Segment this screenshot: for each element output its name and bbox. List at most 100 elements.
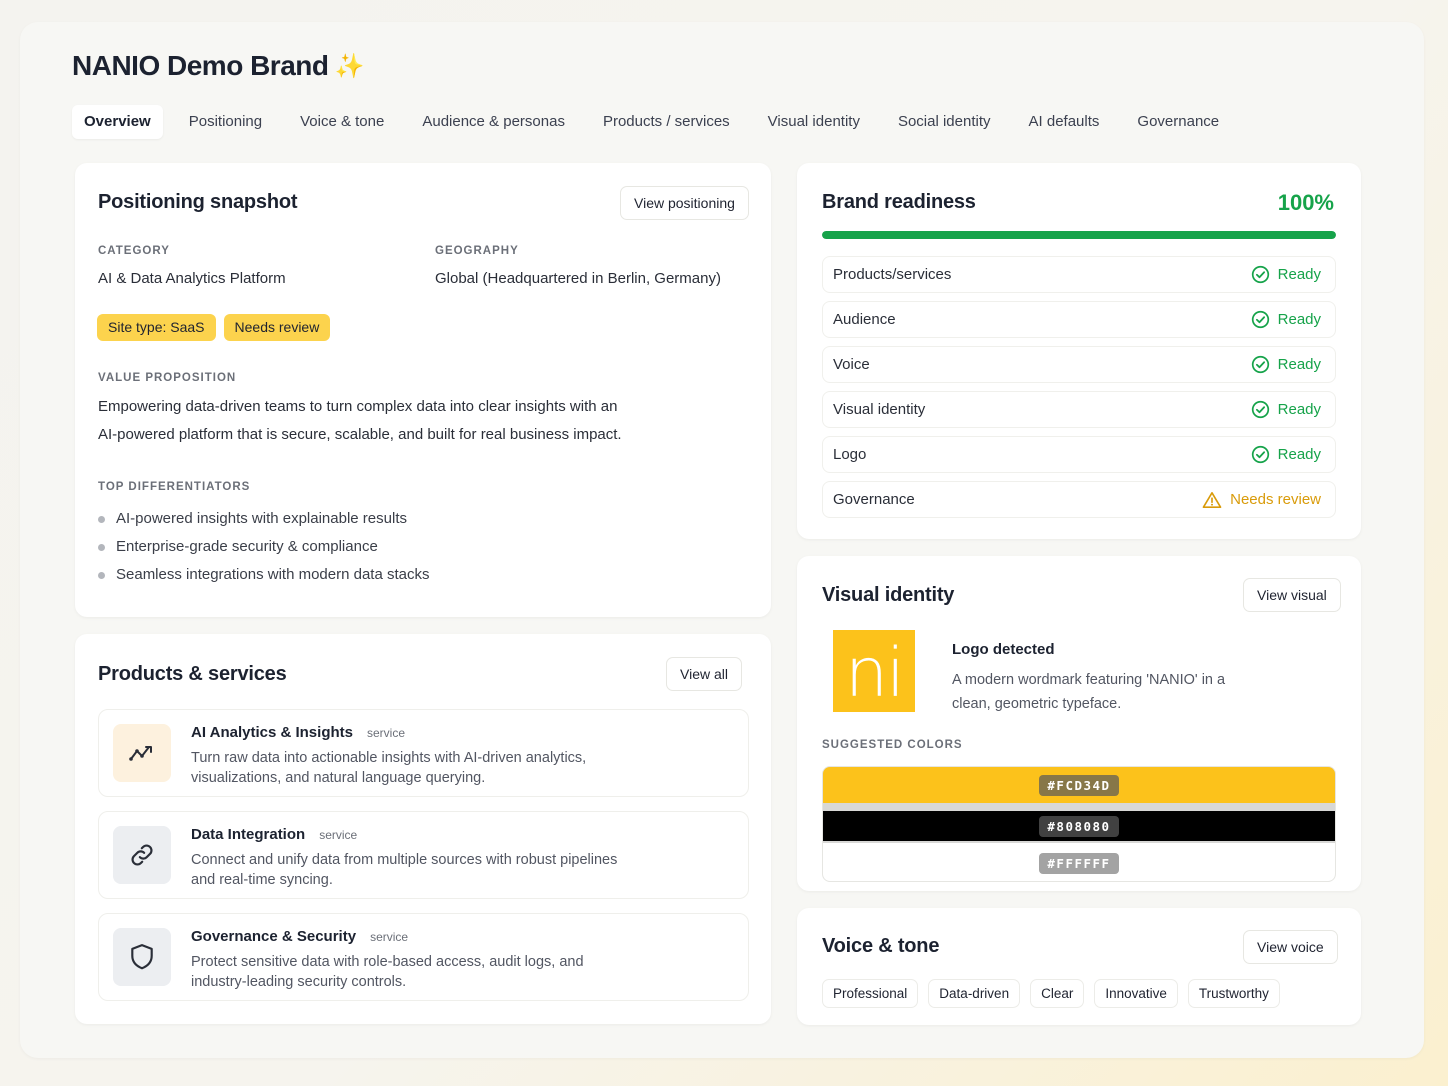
differentiators-label: TOP DIFFERENTIATORS bbox=[98, 481, 251, 493]
color-swatch-yellow[interactable]: #FCD34D bbox=[823, 767, 1335, 803]
page-title: NANIO Demo Brand ✨ bbox=[72, 50, 364, 82]
color-swatches: #FCD34D #808080 #FFFFFF bbox=[822, 766, 1336, 882]
view-visual-button[interactable]: View visual bbox=[1243, 578, 1341, 612]
readiness-progress-bar bbox=[822, 231, 1336, 239]
logo-description: A modern wordmark featuring 'NANIO' in a… bbox=[952, 672, 1226, 712]
needs-review-tag: Needs review bbox=[223, 314, 331, 341]
product-name: Governance & Security service bbox=[191, 928, 409, 945]
bullet-icon bbox=[98, 571, 105, 579]
readiness-row: Governance Needs review bbox=[822, 481, 1336, 518]
readiness-row-label: Audience bbox=[833, 311, 896, 328]
readiness-row: Audience Ready bbox=[822, 301, 1336, 338]
warning-icon bbox=[1202, 491, 1222, 509]
tab-visual-identity[interactable]: Visual identity bbox=[756, 105, 872, 139]
differentiator-text: Seamless integrations with modern data s… bbox=[116, 566, 430, 583]
readiness-percent: 100% bbox=[1277, 190, 1334, 215]
site-type-tag: Site type: SaaS bbox=[97, 314, 216, 341]
readiness-row: Visual identity Ready bbox=[822, 391, 1336, 428]
differentiator-text: AI-powered insights with explainable res… bbox=[116, 510, 407, 527]
product-item-governance-security[interactable]: Governance & Security service Protect sen… bbox=[98, 913, 749, 1001]
bullet-icon bbox=[98, 515, 105, 523]
tab-audience-personas[interactable]: Audience & personas bbox=[410, 105, 577, 139]
differentiator-text: Enterprise-grade security & compliance bbox=[116, 538, 378, 555]
check-circle-icon bbox=[1251, 355, 1270, 374]
readiness-status-text: Ready bbox=[1277, 266, 1321, 283]
readiness-row: Voice Ready bbox=[822, 346, 1336, 383]
list-item: AI-powered insights with explainable res… bbox=[98, 505, 429, 533]
readiness-status-text: Ready bbox=[1277, 311, 1321, 328]
differentiators-list: AI-powered insights with explainable res… bbox=[98, 505, 429, 589]
view-positioning-button[interactable]: View positioning bbox=[620, 186, 749, 220]
readiness-status: Ready bbox=[1251, 265, 1321, 284]
logo-detected-heading: Logo detected bbox=[952, 641, 1055, 658]
color-swatch-white[interactable]: #FFFFFF bbox=[823, 843, 1335, 881]
product-description: Turn raw data into actionable insights w… bbox=[191, 750, 587, 786]
check-circle-icon bbox=[1251, 310, 1270, 329]
readiness-progress-fill bbox=[822, 231, 1336, 239]
analytics-icon bbox=[113, 724, 171, 782]
voice-tag: Data-driven bbox=[928, 979, 1021, 1008]
readiness-row-label: Visual identity bbox=[833, 401, 926, 418]
product-item-data-integration[interactable]: Data Integration service Connect and unif… bbox=[98, 811, 749, 899]
product-description: Connect and unify data from multiple sou… bbox=[191, 852, 618, 888]
category-label: CATEGORY bbox=[98, 245, 170, 257]
readiness-row: Logo Ready bbox=[822, 436, 1336, 473]
tab-voice-tone[interactable]: Voice & tone bbox=[288, 105, 396, 139]
tab-products-services[interactable]: Products / services bbox=[591, 105, 742, 139]
color-hex-label: #FCD34D bbox=[1039, 774, 1119, 796]
view-voice-button[interactable]: View voice bbox=[1243, 930, 1338, 964]
readiness-status: Ready bbox=[1251, 355, 1321, 374]
readiness-status-text: Ready bbox=[1277, 446, 1321, 463]
voice-tag: Trustworthy bbox=[1187, 979, 1280, 1008]
category-value: AI & Data Analytics Platform bbox=[98, 270, 286, 287]
value-proposition-line-1: Empowering data-driven teams to turn com… bbox=[98, 398, 618, 415]
voice-tag: Professional bbox=[822, 979, 919, 1008]
list-item: Enterprise-grade security & compliance bbox=[98, 533, 429, 561]
readiness-status: Ready bbox=[1251, 400, 1321, 419]
product-name: Data Integration service bbox=[191, 826, 358, 843]
color-hex-label: #FFFFFF bbox=[1039, 852, 1119, 874]
voice-tone-title: Voice & tone bbox=[822, 935, 940, 957]
color-swatch-black[interactable]: #808080 bbox=[823, 811, 1335, 841]
readiness-status: Ready bbox=[1251, 310, 1321, 329]
link-icon bbox=[113, 826, 171, 884]
suggested-colors-label: SUGGESTED COLORS bbox=[822, 739, 963, 751]
product-kind: service bbox=[370, 930, 409, 944]
readiness-status-text: Needs review bbox=[1230, 491, 1321, 508]
readiness-row-label: Voice bbox=[833, 356, 870, 373]
readiness-row-label: Governance bbox=[833, 491, 915, 508]
positioning-title: Positioning snapshot bbox=[98, 191, 298, 213]
list-item: Seamless integrations with modern data s… bbox=[98, 561, 429, 589]
readiness-status-text: Ready bbox=[1277, 401, 1321, 418]
brand-name: NANIO Demo Brand bbox=[72, 50, 329, 81]
product-kind: service bbox=[366, 726, 405, 740]
product-item-ai-analytics[interactable]: AI Analytics & Insights service Turn raw … bbox=[98, 709, 749, 797]
view-all-products-button[interactable]: View all bbox=[666, 657, 742, 691]
voice-tag: Clear bbox=[1030, 979, 1085, 1008]
readiness-status: Needs review bbox=[1202, 491, 1321, 509]
voice-tag: Innovative bbox=[1094, 979, 1178, 1008]
geography-label: GEOGRAPHY bbox=[435, 245, 519, 257]
voice-tags: Professional Data-driven Clear Innovativ… bbox=[822, 979, 1280, 1008]
product-description: Protect sensitive data with role-based a… bbox=[191, 954, 584, 990]
shield-icon bbox=[113, 928, 171, 986]
bullet-icon bbox=[98, 543, 105, 551]
product-kind: service bbox=[319, 828, 358, 842]
positioning-tags: Site type: SaaS Needs review bbox=[97, 314, 338, 341]
readiness-row-label: Products/services bbox=[833, 266, 952, 283]
tab-overview[interactable]: Overview bbox=[72, 105, 163, 139]
tab-bar: Overview Positioning Voice & tone Audien… bbox=[72, 104, 1245, 140]
tab-social-identity[interactable]: Social identity bbox=[886, 105, 1003, 139]
tab-governance[interactable]: Governance bbox=[1125, 105, 1231, 139]
tab-ai-defaults[interactable]: AI defaults bbox=[1017, 105, 1112, 139]
check-circle-icon bbox=[1251, 400, 1270, 419]
color-hex-label: #808080 bbox=[1039, 815, 1119, 837]
value-proposition-line-2: AI-powered platform that is secure, scal… bbox=[98, 426, 622, 443]
readiness-row: Products/services Ready bbox=[822, 256, 1336, 293]
product-name: AI Analytics & Insights service bbox=[191, 724, 405, 741]
check-circle-icon bbox=[1251, 265, 1270, 284]
value-proposition-label: VALUE PROPOSITION bbox=[98, 372, 237, 384]
visual-identity-title: Visual identity bbox=[822, 584, 955, 606]
readiness-title: Brand readiness bbox=[822, 191, 976, 213]
tab-positioning[interactable]: Positioning bbox=[177, 105, 274, 139]
